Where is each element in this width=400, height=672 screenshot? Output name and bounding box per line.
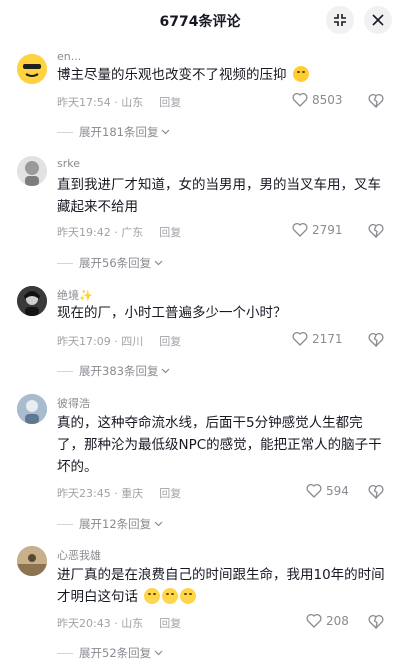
comment-time-location: 昨天19:42 · 广东 xyxy=(57,226,144,239)
broken-heart-icon xyxy=(368,93,384,109)
expand-replies-label: 展开12条回复 xyxy=(79,517,152,531)
expand-replies-label: 展开56条回复 xyxy=(79,256,152,270)
expand-replies-label: 展开383条回复 xyxy=(79,364,159,378)
like-count: 2171 xyxy=(312,331,343,346)
heart-icon xyxy=(306,613,322,628)
expand-replies-button[interactable]: 展开12条回复 xyxy=(57,516,163,532)
like-count: 208 xyxy=(326,613,349,628)
comment-body: 进厂真的是在浪费自己的时间跟生命，我用10年的时间才明白这句话 xyxy=(57,567,385,605)
comment-time-location: 昨天17:54 · 山东 xyxy=(57,96,144,109)
expand-replies-label: 展开52条回复 xyxy=(79,646,152,660)
expand-replies-button[interactable]: 展开52条回复 xyxy=(57,645,163,661)
username[interactable]: 绝境✨ xyxy=(57,287,93,303)
avatar[interactable] xyxy=(17,54,47,84)
like-count: 594 xyxy=(326,483,349,498)
emoji-icon xyxy=(162,588,179,604)
avatar-image xyxy=(17,156,47,186)
chevron-down-icon xyxy=(154,650,163,656)
avatar[interactable] xyxy=(17,546,47,576)
comment-meta: 昨天17:09 · 四川 回复 xyxy=(57,333,181,349)
comment-time-location: 昨天20:43 · 山东 xyxy=(57,617,144,630)
username[interactable]: srke xyxy=(57,157,80,170)
divider-line xyxy=(57,262,73,264)
heart-icon xyxy=(306,483,322,498)
comment-text: 进厂真的是在浪费自己的时间跟生命，我用10年的时间才明白这句话 xyxy=(57,564,387,608)
chevron-down-icon xyxy=(162,129,170,135)
dislike-button[interactable] xyxy=(368,93,384,112)
divider-line xyxy=(57,652,73,654)
like-button[interactable]: 8503 xyxy=(292,92,343,107)
like-count: 8503 xyxy=(312,92,343,107)
username[interactable]: 彼得浩 xyxy=(57,395,90,411)
collapse-button[interactable] xyxy=(326,6,354,34)
like-button[interactable]: 208 xyxy=(306,613,349,628)
comment-text: 博主尽量的乐观也改变不了视频的压抑 xyxy=(57,64,387,86)
broken-heart-icon xyxy=(368,332,384,348)
comment-meta: 昨天17:54 · 山东 回复 xyxy=(57,94,181,110)
chevron-down-icon xyxy=(154,521,163,527)
avatar[interactable] xyxy=(17,394,47,424)
comments-header: 6774条评论 xyxy=(0,0,400,40)
expand-replies-button[interactable]: 展开383条回复 xyxy=(57,363,170,379)
broken-heart-icon xyxy=(368,614,384,630)
like-button[interactable]: 594 xyxy=(306,483,349,498)
reply-button[interactable]: 回复 xyxy=(159,224,181,240)
comment-time-location: 昨天17:09 · 四川 xyxy=(57,335,144,348)
collapse-icon xyxy=(334,14,346,26)
heart-icon xyxy=(292,92,308,107)
chevron-down-icon xyxy=(162,368,170,374)
expand-replies-button[interactable]: 展开56条回复 xyxy=(57,255,163,271)
dislike-button[interactable] xyxy=(368,223,384,242)
comment-time-location: 昨天23:45 · 重庆 xyxy=(57,487,144,500)
comment-meta: 昨天20:43 · 山东 回复 xyxy=(57,615,181,631)
reply-button[interactable]: 回复 xyxy=(159,94,181,110)
comment-meta: 昨天19:42 · 广东 回复 xyxy=(57,224,181,240)
heart-icon xyxy=(292,222,308,237)
broken-heart-icon xyxy=(368,223,384,239)
comment-meta: 昨天23:45 · 重庆 回复 xyxy=(57,485,181,501)
avatar[interactable] xyxy=(17,156,47,186)
comment-text: 直到我进厂才知道，女的当男用，男的当叉车用，叉车藏起来不给用 xyxy=(57,177,381,215)
emoji-icon xyxy=(144,588,161,604)
username[interactable]: en... xyxy=(57,50,81,63)
comment-text: 真的，这种夺命流水线，后面干5分钟感觉人生都完了，那种沦为最低级NPC的感觉，能… xyxy=(57,415,382,475)
reply-button[interactable]: 回复 xyxy=(159,333,181,349)
avatar-image xyxy=(17,394,47,424)
reply-button[interactable]: 回复 xyxy=(159,485,181,501)
dislike-button[interactable] xyxy=(368,484,384,503)
broken-heart-icon xyxy=(368,484,384,500)
like-count: 2791 xyxy=(312,222,343,237)
like-button[interactable]: 2791 xyxy=(292,222,343,237)
like-button[interactable]: 2171 xyxy=(292,331,343,346)
comment-body: 博主尽量的乐观也改变不了视频的压抑 xyxy=(57,67,287,83)
expand-replies-label: 展开181条回复 xyxy=(79,125,159,139)
avatar-image xyxy=(17,546,47,576)
chevron-down-icon xyxy=(154,260,163,266)
avatar-image xyxy=(17,54,47,84)
avatar[interactable] xyxy=(17,286,47,316)
reply-button[interactable]: 回复 xyxy=(159,615,181,631)
username[interactable]: 心恶我雄 xyxy=(57,547,101,563)
expand-replies-button[interactable]: 展开181条回复 xyxy=(57,124,170,140)
avatar-image xyxy=(17,286,47,316)
crying-emoji-icon xyxy=(292,66,309,82)
dislike-button[interactable] xyxy=(368,614,384,633)
emoji-icon xyxy=(180,588,197,604)
close-icon xyxy=(372,14,384,26)
divider-line xyxy=(57,131,73,133)
close-button[interactable] xyxy=(364,6,392,34)
divider-line xyxy=(57,370,73,372)
heart-icon xyxy=(292,331,308,346)
divider-line xyxy=(57,523,73,525)
comment-text: 现在的厂，小时工普遍多少一个小时？ xyxy=(57,305,287,321)
dislike-button[interactable] xyxy=(368,332,384,351)
